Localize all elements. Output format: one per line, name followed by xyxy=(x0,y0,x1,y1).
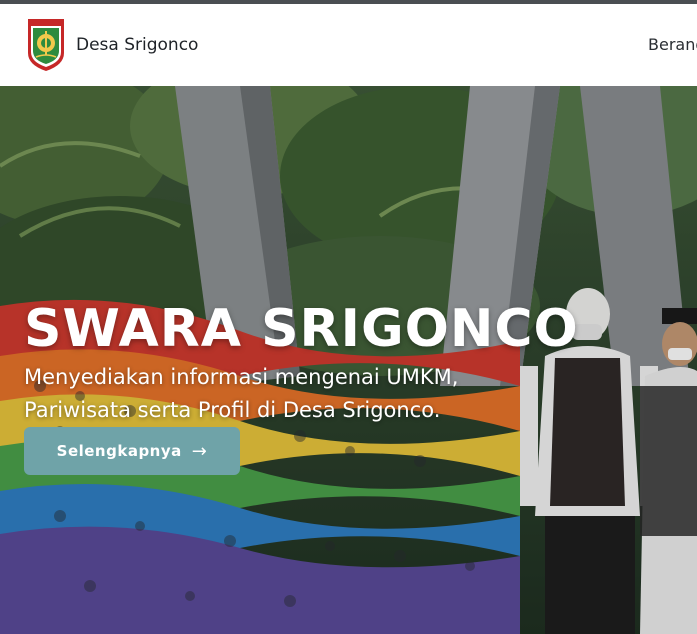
navbar: Desa Srigonco Beranda xyxy=(0,4,697,86)
hero-background-image xyxy=(0,86,697,634)
hero-section: SWARA SRIGONCO Menyediakan informasi men… xyxy=(0,86,697,634)
hero-title: SWARA SRIGONCO xyxy=(24,298,579,359)
read-more-button[interactable]: Selengkapnya → xyxy=(24,427,240,475)
read-more-label: Selengkapnya xyxy=(56,442,182,460)
site-brand[interactable]: Desa Srigonco xyxy=(76,35,198,55)
nav-link-beranda[interactable]: Beranda xyxy=(648,35,697,54)
regency-shield-icon[interactable] xyxy=(26,17,66,73)
hero-subtitle: Menyediakan informasi mengenai UMKM, Par… xyxy=(24,365,459,422)
arrow-right-icon: → xyxy=(191,440,208,462)
